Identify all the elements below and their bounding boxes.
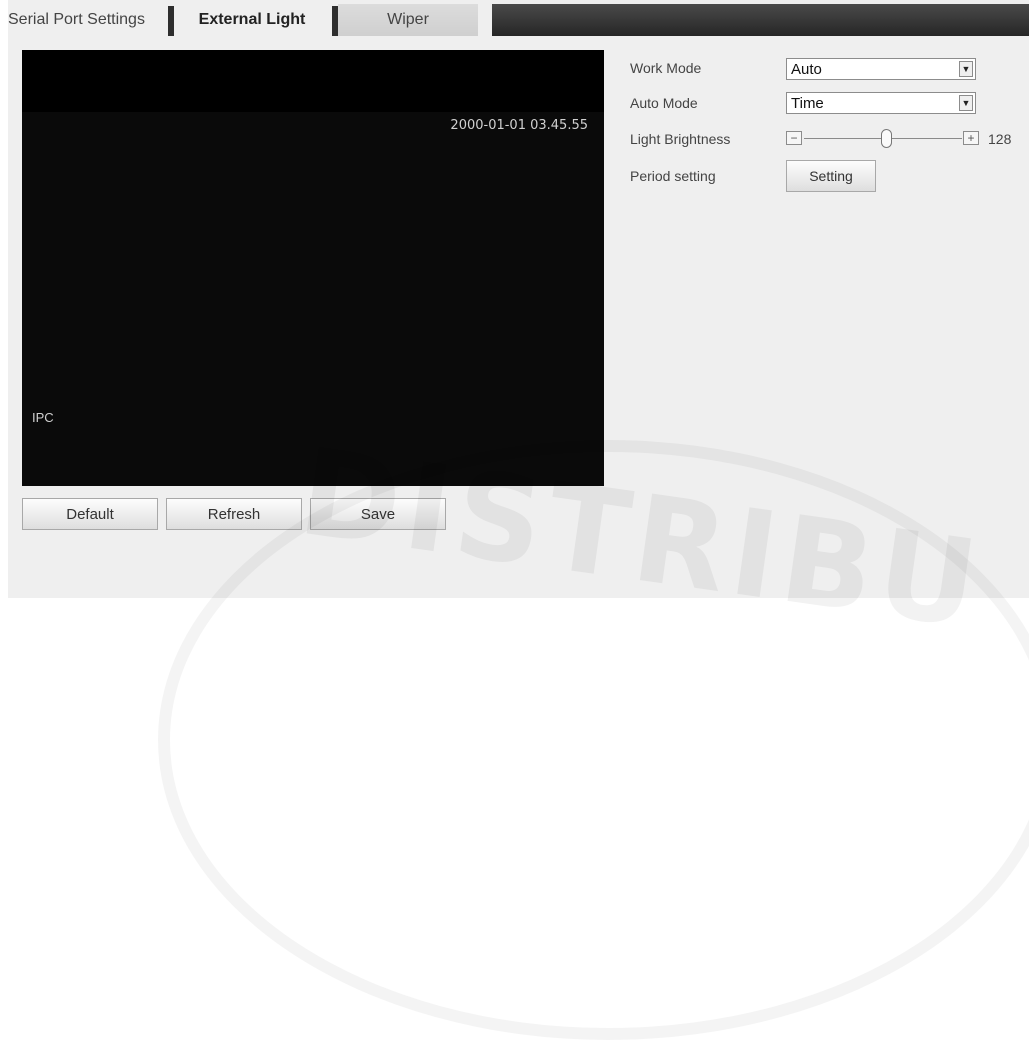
tab-external-light[interactable]: External Light (174, 4, 330, 36)
work-mode-select[interactable]: Auto ▼ (786, 58, 976, 80)
light-brightness-label: Light Brightness (630, 131, 731, 147)
tab-serial-port-settings[interactable]: Serial Port Settings (8, 4, 166, 36)
auto-mode-select[interactable]: Time ▼ (786, 92, 976, 114)
work-mode-value: Auto (791, 60, 822, 78)
minus-icon[interactable]: − (786, 131, 802, 145)
video-timestamp: 2000-01-01 03.45.55 (450, 118, 588, 133)
period-setting-label: Period setting (630, 168, 716, 184)
default-button[interactable]: Default (22, 498, 158, 530)
plus-icon[interactable]: + (963, 131, 979, 145)
video-preview: 2000-01-01 03.45.55 IPC (22, 50, 604, 486)
auto-mode-value: Time (791, 94, 824, 112)
config-panel: Serial Port Settings External Light Wipe… (8, 0, 1029, 1040)
tab-wiper[interactable]: Wiper (338, 4, 478, 36)
chevron-down-icon[interactable]: ▼ (959, 61, 973, 77)
work-mode-label: Work Mode (630, 60, 702, 76)
refresh-button[interactable]: Refresh (166, 498, 302, 530)
auto-mode-label: Auto Mode (630, 95, 698, 111)
brightness-value: 128 (988, 131, 1012, 147)
tab-bar: Serial Port Settings External Light Wipe… (8, 4, 1029, 36)
video-channel-label: IPC (32, 410, 54, 425)
tab-bar-filler (492, 4, 1029, 36)
chevron-down-icon[interactable]: ▼ (959, 95, 973, 111)
period-setting-button[interactable]: Setting (786, 160, 876, 192)
brightness-slider-thumb[interactable] (881, 129, 892, 148)
video-top-band (22, 50, 604, 112)
